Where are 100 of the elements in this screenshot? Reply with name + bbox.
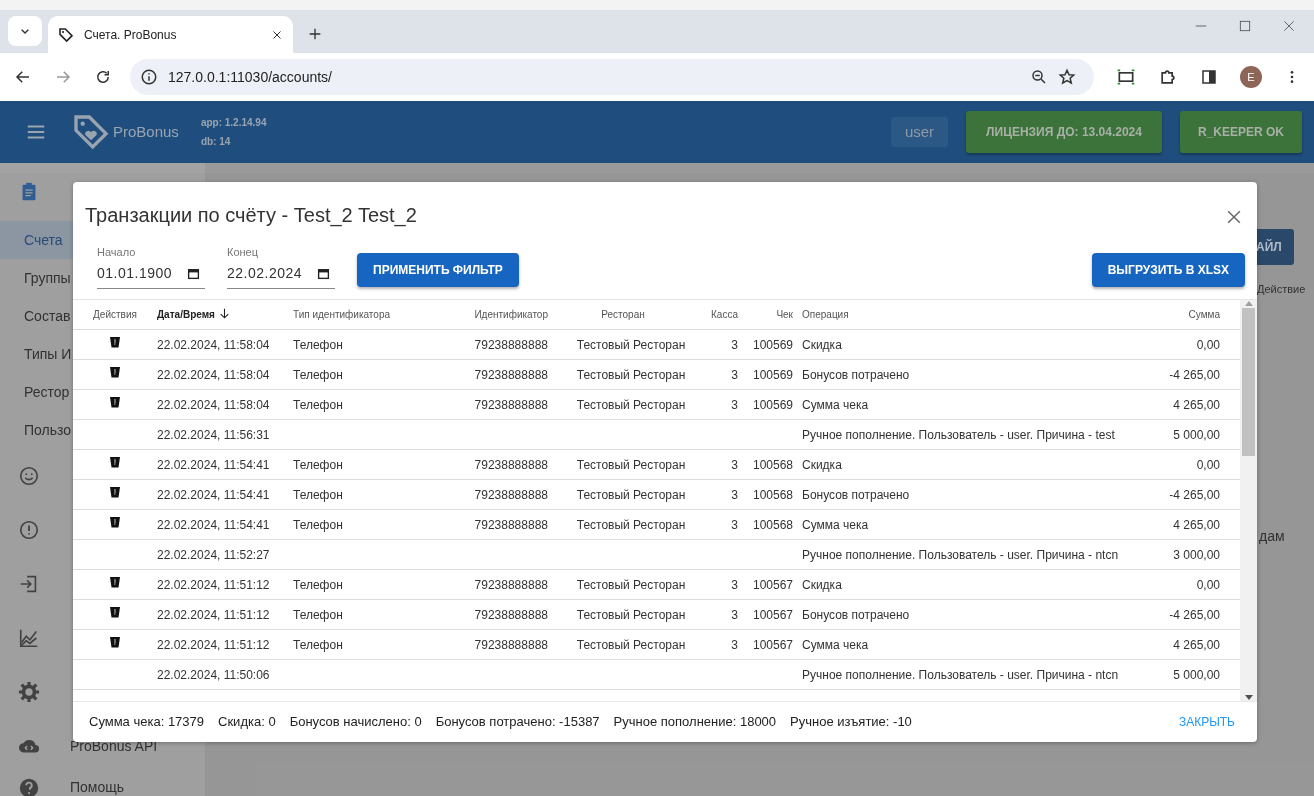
table-cell: 22.02.2024, 11:54:41	[157, 517, 270, 532]
table-cell: 100567	[752, 637, 793, 652]
table-cell: 3	[731, 637, 738, 652]
table-cell: 22.02.2024, 11:58:04	[157, 337, 270, 352]
table-cell: 3	[731, 367, 738, 382]
table-cell: 4 265,00	[1173, 637, 1220, 652]
url-text: 127.0.0.1:11030/accounts/	[168, 67, 333, 87]
table-cell: 3	[731, 577, 738, 592]
table-cell: Телефон	[293, 397, 343, 412]
table-cell: 22.02.2024, 11:51:12	[157, 577, 270, 592]
table-cell: 5 000,00	[1173, 667, 1220, 682]
table-cell: 4 265,00	[1173, 517, 1220, 532]
table-cell: Телефон	[293, 637, 343, 652]
table-cell: 79238888888	[474, 337, 548, 352]
table-cell: Тестовый Ресторан	[576, 487, 686, 502]
sidebar-label: Помощь	[70, 778, 125, 796]
column-header: Тип идентификатора	[293, 308, 391, 320]
table-cell: -4 265,00	[1169, 607, 1220, 622]
table-cell: Ручное пополнение. Пользователь - user. Причина - ntcn	[802, 547, 1119, 562]
table-cell: 79238888888	[474, 637, 548, 652]
table-cell: -4 265,00	[1169, 487, 1220, 502]
table-cell: Тестовый Ресторан	[576, 397, 686, 412]
summary-text: Сумма чека: 17379	[89, 713, 205, 731]
table-cell: Тестовый Ресторан	[576, 637, 686, 652]
table-cell: 100568	[752, 517, 793, 532]
table-cell: 3 000,00	[1173, 547, 1220, 562]
table-cell: 100567	[752, 607, 793, 622]
column-header: Ресторан	[601, 308, 645, 320]
tab-title: Счета. ProBonus	[84, 26, 178, 44]
table-cell: Скидка	[802, 457, 842, 472]
column-header: Чек	[776, 308, 793, 320]
table-cell: 79238888888	[474, 607, 548, 622]
table-cell: Бонусов потрачено	[802, 367, 910, 382]
table-cell: 3	[731, 397, 738, 412]
table-cell: 22.02.2024, 11:54:41	[157, 457, 270, 472]
table-cell: Тестовый Ресторан	[576, 337, 686, 352]
field-label: Начало	[97, 245, 137, 260]
table-cell: 5 000,00	[1173, 427, 1220, 442]
table-cell: Тестовый Ресторан	[576, 517, 686, 532]
table-cell: Ручное пополнение. Пользователь - user. Причина - test	[802, 427, 1115, 442]
table-cell: 3	[731, 517, 738, 532]
table-cell: 79238888888	[474, 487, 548, 502]
column-header: Касса	[711, 308, 738, 320]
table-cell: 79238888888	[474, 367, 548, 382]
table-cell: Телефон	[293, 457, 343, 472]
table-cell: Бонусов потрачено	[802, 607, 910, 622]
table-cell: 100569	[752, 337, 793, 352]
column-header: Операция	[802, 308, 849, 320]
table-cell: Телефон	[293, 487, 343, 502]
field-label: Конец	[227, 245, 260, 260]
table-cell: 3	[731, 457, 738, 472]
table-cell: Ручное пополнение. Пользователь - user. Причина - ntcn	[802, 667, 1119, 682]
table-cell: 100569	[752, 397, 793, 412]
content-text: дам	[1259, 526, 1285, 546]
table-cell: 22.02.2024, 11:51:12	[157, 607, 270, 622]
brand-name: ProBonus	[113, 121, 179, 142]
table-cell: Скидка	[802, 577, 842, 592]
column-header: Идентификатор	[474, 308, 548, 320]
summary-text: Бонусов начислено: 0	[289, 713, 422, 731]
column-header: Действие	[1257, 282, 1306, 297]
table-cell: Тестовый Ресторан	[576, 577, 686, 592]
table-cell: Тестовый Ресторан	[576, 367, 686, 382]
table-cell: 22.02.2024, 11:58:04	[157, 367, 270, 382]
table-cell: Телефон	[293, 517, 343, 532]
table-cell: Бонусов потрачено	[802, 487, 910, 502]
table-cell: Сумма чека	[802, 397, 869, 412]
table-cell: Телефон	[293, 607, 343, 622]
table-cell: 100567	[752, 577, 793, 592]
table-cell: Телефон	[293, 337, 343, 352]
table-cell: 0,00	[1196, 577, 1220, 592]
table-cell: 100568	[752, 457, 793, 472]
table-cell: 79238888888	[474, 577, 548, 592]
table-cell: Телефон	[293, 577, 343, 592]
table-cell: 0,00	[1196, 337, 1220, 352]
version-text: db: 14	[200, 135, 232, 149]
version-text: app: 1.2.14.94	[200, 116, 267, 130]
table-cell: 3	[731, 487, 738, 502]
table-cell: Тестовый Ресторан	[576, 457, 686, 472]
table-cell: -4 265,00	[1169, 367, 1220, 382]
table-cell: 22.02.2024, 11:50:06	[157, 667, 270, 682]
table-cell: 3	[731, 337, 738, 352]
table-cell: 4 265,00	[1173, 397, 1220, 412]
table-cell: Тестовый Ресторан	[576, 607, 686, 622]
table-cell: Скидка	[802, 337, 842, 352]
table-cell: 22.02.2024, 11:51:12	[157, 637, 270, 652]
table-cell: 100568	[752, 487, 793, 502]
table-cell: 0,00	[1196, 457, 1220, 472]
summary-text: Скидка: 0	[218, 713, 276, 731]
column-header: Действия	[93, 308, 137, 320]
table-cell: 3	[731, 607, 738, 622]
table-cell: 22.02.2024, 11:54:41	[157, 487, 270, 502]
table-cell: 79238888888	[474, 397, 548, 412]
table-cell: Телефон	[293, 367, 343, 382]
summary-text: Бонусов потрачено: -15387	[435, 713, 600, 731]
table-cell: 22.02.2024, 11:56:31	[157, 427, 270, 442]
table-cell: 22.02.2024, 11:58:04	[157, 397, 270, 412]
table-cell: 79238888888	[474, 457, 548, 472]
summary-text: Ручное изъятие: -10	[790, 713, 912, 731]
table-cell: 22.02.2024, 11:52:27	[157, 547, 270, 562]
summary-text: Ручное пополнение: 18000	[613, 713, 777, 731]
